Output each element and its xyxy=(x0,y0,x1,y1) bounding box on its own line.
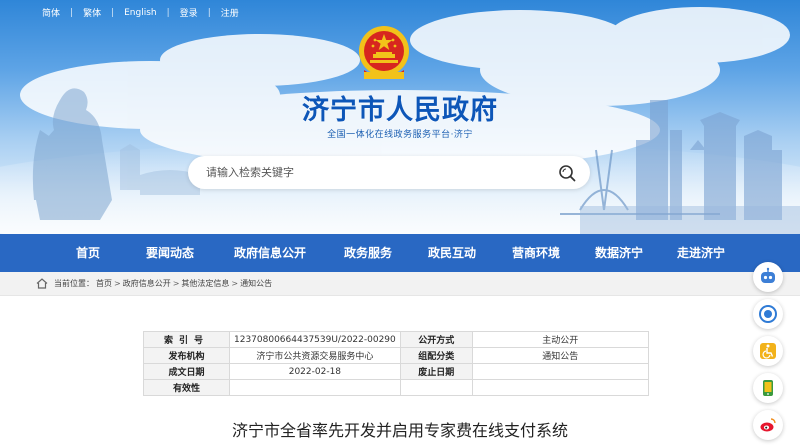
national-emblem-icon xyxy=(359,26,409,79)
table-key: 发布机构 xyxy=(143,347,230,364)
elder-care-mode-button[interactable] xyxy=(753,299,783,329)
table-row: 成文日期 2022-02-18 废止日期 xyxy=(143,363,649,380)
robot-assistant-icon xyxy=(761,267,775,283)
table-value: 济宁市公共资源交易服务中心 xyxy=(229,347,401,364)
nav-gov-info[interactable]: 政府信息公开 xyxy=(214,234,326,272)
nav-business-env[interactable]: 营商环境 xyxy=(494,234,578,272)
table-value: 通知公告 xyxy=(471,347,649,364)
info-table: 索引号 12370800664437539U/2022-00290 公开方式 主… xyxy=(143,331,649,396)
article-title: 济宁市全省率先开发并启用专家费在线支付系统 xyxy=(231,421,568,440)
accessibility-wheelchair-icon xyxy=(760,343,776,359)
table-value: 主动公开 xyxy=(471,331,649,348)
weibo-icon xyxy=(760,418,776,432)
table-row: 发布机构 济宁市公共资源交易服务中心 组配分类 通知公告 xyxy=(143,347,649,364)
elder-care-mode-icon xyxy=(759,305,777,323)
breadcrumb-bar: 当前位置： 首页 > 政府信息公开 > 其他法定信息 > 通知公告 xyxy=(0,272,800,296)
nav-interaction[interactable]: 政民互动 xyxy=(410,234,494,272)
table-row: 有效性 xyxy=(143,379,649,396)
table-key: 索引号 xyxy=(143,331,230,348)
mobile-app-icon xyxy=(763,380,773,396)
table-value: 2022-02-18 xyxy=(229,363,401,380)
site-subtitle: 全国一体化在线政务服务平台·济宁 xyxy=(327,130,473,140)
top-links: 简体 | 繁体 | English | 登录 | 注册 xyxy=(42,6,239,20)
table-key: 公开方式 xyxy=(399,331,473,348)
table-value xyxy=(471,363,649,380)
nav-gov-services[interactable]: 政务服务 xyxy=(326,234,410,272)
breadcrumb-separator: > xyxy=(231,279,239,288)
search-icon[interactable] xyxy=(558,164,576,182)
weibo-button[interactable] xyxy=(753,410,783,440)
link-login[interactable]: 登录 xyxy=(180,6,198,19)
table-row: 索引号 12370800664437539U/2022-00290 公开方式 主… xyxy=(143,331,649,348)
breadcrumb-label: 当前位置： xyxy=(54,279,94,288)
accessibility-button[interactable] xyxy=(753,336,783,366)
nav-data[interactable]: 数据济宁 xyxy=(578,234,660,272)
nav-news[interactable]: 要闻动态 xyxy=(126,234,214,272)
breadcrumb-separator: > xyxy=(114,279,121,288)
table-key: 有效性 xyxy=(143,379,230,396)
breadcrumb-other-info[interactable]: 其他法定信息 xyxy=(181,278,229,289)
mobile-app-button[interactable] xyxy=(753,373,783,403)
header-banner: 简体 | 繁体 | English | 登录 | 注册 济宁市人民政府 全国一体… xyxy=(0,0,800,234)
table-value xyxy=(471,379,649,396)
site-title: 济宁市人民政府 xyxy=(302,95,498,126)
breadcrumb: 当前位置： 首页 > 政府信息公开 > 其他法定信息 > 通知公告 xyxy=(36,278,272,289)
link-english[interactable]: English xyxy=(124,8,157,18)
nav-about[interactable]: 走进济宁 xyxy=(660,234,742,272)
breadcrumb-home[interactable]: 首页 xyxy=(96,278,112,289)
table-value xyxy=(399,379,473,396)
link-simplified[interactable]: 简体 xyxy=(42,6,60,19)
table-key: 组配分类 xyxy=(399,347,473,364)
divider: | xyxy=(111,7,115,18)
main-nav: 首页 要闻动态 政府信息公开 政务服务 政民互动 营商环境 数据济宁 走进济宁 xyxy=(0,234,800,272)
search-input[interactable] xyxy=(206,156,546,189)
robot-assistant-button[interactable] xyxy=(753,262,783,292)
home-icon xyxy=(36,278,48,289)
table-value xyxy=(229,379,401,396)
divider: | xyxy=(166,7,170,18)
table-key: 废止日期 xyxy=(399,363,473,380)
table-key: 成文日期 xyxy=(143,363,230,380)
search-box xyxy=(188,156,590,189)
link-traditional[interactable]: 繁体 xyxy=(83,6,101,19)
table-value: 12370800664437539U/2022-00290 xyxy=(229,331,401,348)
link-register[interactable]: 注册 xyxy=(221,6,239,19)
divider: | xyxy=(70,7,74,18)
nav-home[interactable]: 首页 xyxy=(50,234,126,272)
breadcrumb-gov-info[interactable]: 政府信息公开 xyxy=(123,278,171,289)
breadcrumb-separator: > xyxy=(172,279,180,288)
divider: | xyxy=(207,7,211,18)
breadcrumb-notice[interactable]: 通知公告 xyxy=(240,278,272,289)
